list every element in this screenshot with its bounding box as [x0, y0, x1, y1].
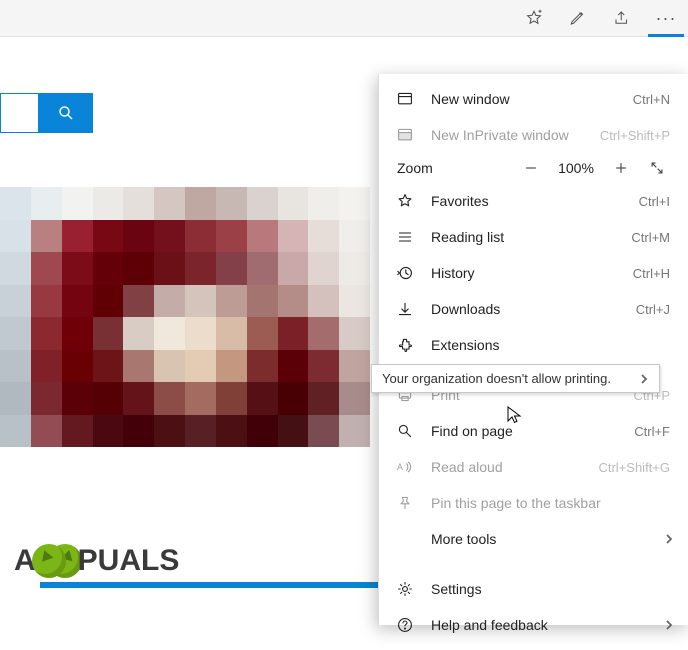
downloads-icon: [397, 301, 419, 317]
svg-text:A: A: [397, 462, 403, 472]
fullscreen-button[interactable]: [644, 161, 670, 175]
menu-more-tools[interactable]: More tools: [379, 521, 688, 557]
watermark-logo: A PUALS: [14, 544, 179, 578]
menu-zoom-row: Zoom 100%: [379, 160, 688, 176]
zoom-label: Zoom: [397, 160, 508, 176]
reading-list-icon: [397, 229, 419, 245]
menu-reading-list[interactable]: Reading list Ctrl+M: [379, 219, 688, 255]
menu-label: Favorites: [431, 193, 639, 209]
menu-label: New window: [431, 91, 633, 107]
menu-new-window[interactable]: New window Ctrl+N: [379, 81, 688, 117]
menu-downloads[interactable]: Downloads Ctrl+J: [379, 291, 688, 327]
menu-help-feedback[interactable]: Help and feedback: [379, 607, 688, 643]
settings-menu: New window Ctrl+N New InPrivate window C…: [378, 74, 688, 625]
browser-toolbar: ···: [0, 0, 688, 37]
menu-history[interactable]: History Ctrl+H: [379, 255, 688, 291]
gear-icon: [397, 581, 419, 597]
menu-shortcut: Ctrl+J: [636, 302, 670, 317]
star-icon: [397, 193, 419, 209]
history-icon: [397, 265, 419, 281]
chevron-right-icon: [639, 372, 649, 387]
menu-shortcut: Ctrl+Shift+P: [600, 128, 670, 143]
blurred-image: [0, 187, 370, 447]
cursor-icon: [507, 406, 523, 429]
menu-label: Read aloud: [431, 459, 598, 475]
menu-label: New InPrivate window: [431, 127, 600, 143]
menu-shortcut: Ctrl+I: [639, 194, 670, 209]
menu-shortcut: Ctrl+M: [631, 230, 670, 245]
menu-read-aloud: A Read aloud Ctrl+Shift+G: [379, 449, 688, 485]
more-icon: ···: [656, 8, 677, 29]
menu-new-inprivate: New InPrivate window Ctrl+Shift+P: [379, 117, 688, 153]
menu-settings[interactable]: Settings: [379, 571, 688, 607]
web-notes-button[interactable]: [556, 0, 600, 36]
read-aloud-icon: A: [397, 459, 419, 475]
find-icon: [397, 423, 419, 439]
watermark-suffix: PUALS: [78, 544, 180, 578]
menu-shortcut: Ctrl+Shift+G: [598, 460, 670, 475]
menu-label: Help and feedback: [431, 617, 670, 633]
menu-find-on-page[interactable]: Find on page Ctrl+F: [379, 413, 688, 449]
menu-shortcut: Ctrl+H: [633, 266, 670, 281]
menu-extensions[interactable]: Extensions: [379, 327, 688, 363]
zoom-percent: 100%: [554, 160, 598, 176]
menu-label: More tools: [431, 531, 670, 547]
search-icon: [57, 104, 75, 122]
extensions-icon: [397, 337, 419, 353]
pin-icon: [397, 495, 419, 511]
print-disabled-tooltip: Your organization doesn't allow printing…: [371, 364, 660, 393]
page-content: A PUALS wsxdn.com New window Ctrl+N New …: [0, 37, 688, 588]
chevron-right-icon: [664, 617, 674, 633]
search-button[interactable]: [38, 93, 93, 133]
share-button[interactable]: [600, 0, 644, 36]
zoom-in-button[interactable]: [608, 161, 634, 175]
menu-label: Pin this page to the taskbar: [431, 495, 670, 511]
menu-label: Extensions: [431, 337, 670, 353]
menu-shortcut: Ctrl+F: [634, 424, 670, 439]
zoom-out-button[interactable]: [518, 161, 544, 175]
chevron-right-icon: [664, 531, 674, 547]
menu-label: Reading list: [431, 229, 631, 245]
menu-pin-taskbar: Pin this page to the taskbar: [379, 485, 688, 521]
add-favorites-button[interactable]: [512, 0, 556, 36]
menu-label: Find on page: [431, 423, 634, 439]
menu-label: Downloads: [431, 301, 636, 317]
menu-label: Settings: [431, 581, 670, 597]
help-icon: [397, 617, 419, 633]
menu-favorites[interactable]: Favorites Ctrl+I: [379, 183, 688, 219]
more-options-button[interactable]: ···: [644, 0, 688, 36]
tooltip-text: Your organization doesn't allow printing…: [382, 371, 611, 386]
window-icon: [397, 91, 419, 107]
apple-icon: [32, 544, 66, 578]
inprivate-icon: [397, 127, 419, 143]
menu-shortcut: Ctrl+N: [633, 92, 670, 107]
search-input[interactable]: [0, 93, 38, 133]
menu-label: History: [431, 265, 633, 281]
